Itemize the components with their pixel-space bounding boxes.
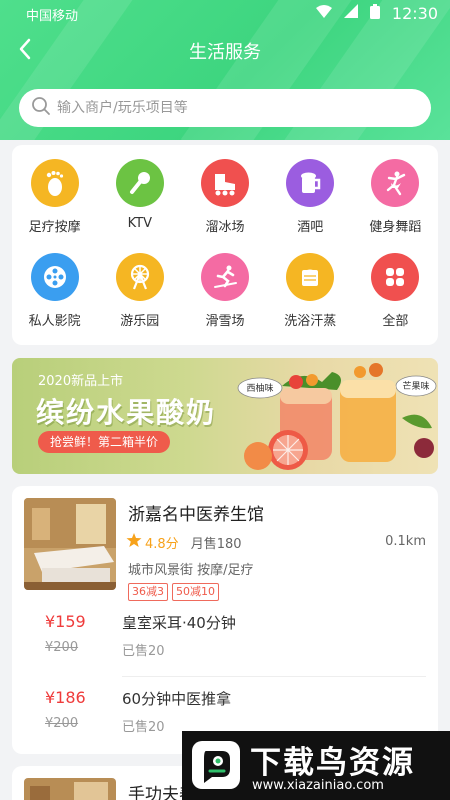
page-title: 生活服务 [189,42,261,63]
search-input[interactable] [57,100,397,116]
category-label: 溜冰场 [205,220,245,235]
fruit-yogurt-illustration: 西柚味 芒果味 [237,363,437,470]
category-label: 全部 [382,314,409,329]
shop-name: 浙嘉名中医养生馆 [128,505,264,525]
dancer-icon [371,159,420,207]
promo-banner[interactable]: 2020新品上市 缤纷水果酸奶 抢尝鲜！第二箱半价 西柚味 芒果味 [12,358,438,474]
header: 中国移动 12:30 生活服务 [0,0,450,140]
banner-promo-tag: 抢尝鲜！第二箱半价 [38,431,171,453]
roller-skate-icon [200,159,249,207]
shop-rating: 4.8分 [145,536,179,552]
shop-card[interactable]: 浙嘉名中医养生馆 4.8分 月售180 0.1km 城市风景街 按摩/足疗 36… [12,486,438,754]
shop-distance: 0.1km [385,534,426,549]
deal-original-price: ¥200 [45,640,79,655]
category-label: KTV [127,216,152,231]
discount-tag: 36减3 [128,583,168,601]
category-skating[interactable]: 溜冰场 [182,159,267,253]
star-icon [126,532,142,552]
watermark-url: www.xiazainiao.com [252,778,384,793]
deal-name: 60分钟中医推拿 [122,690,232,708]
clock-time: 12:30 [391,3,438,23]
category-bath-sauna[interactable]: 洗浴汗蒸 [268,253,353,347]
skier-icon [200,253,249,301]
rating-row: 4.8分 月售180 [126,532,242,552]
shop-location: 城市风景街 按摩/足疗 [128,563,254,578]
deal-sold-count: 已售20 [122,644,165,659]
search-icon [31,96,51,120]
grid-all-icon [371,253,420,301]
foot-icon [30,159,79,207]
banner-title: 缤纷水果酸奶 [36,396,217,429]
watermark-overlay: 下载鸟资源 www.xiazainiao.com [182,731,450,800]
category-label: 健身舞蹈 [369,220,422,235]
divider [122,676,426,677]
bubble-left-text: 西柚味 [246,382,273,394]
category-label: 酒吧 [297,220,324,235]
watermark-title: 下载鸟资源 [250,745,415,781]
nav-bar: 生活服务 [0,30,450,70]
category-amusement-park[interactable]: 游乐园 [97,253,182,347]
deal-name: 皇室采耳·40分钟 [122,614,236,632]
bubble-right-text: 芒果味 [402,380,429,392]
deal-item[interactable]: ¥159 ¥200 皇室采耳·40分钟 已售20 [12,604,438,666]
category-panel: 足疗按摩 KTV 溜冰场 酒吧 健身舞蹈 私人影院 游乐园 滑雪场 洗浴汗蒸 全… [12,145,438,345]
category-dance[interactable]: 健身舞蹈 [353,159,438,253]
wifi-icon [315,4,332,22]
category-foot-massage[interactable]: 足疗按摩 [12,159,97,253]
category-label: 洗浴汗蒸 [284,314,337,329]
carrier-label: 中国移动 [26,9,79,24]
category-bar[interactable]: 酒吧 [268,159,353,253]
deal-price: ¥186 [45,688,86,707]
category-all[interactable]: 全部 [353,253,438,347]
ferris-wheel-icon [115,253,164,301]
search-bar[interactable] [19,89,431,127]
category-ski[interactable]: 滑雪场 [182,253,267,347]
category-label: 足疗按摩 [28,220,81,235]
signal-icon [343,4,358,22]
shop-monthly-sold: 月售180 [190,536,242,552]
deal-sold-count: 已售20 [122,720,165,735]
microphone-icon [115,159,164,207]
status-bar: 中国移动 12:30 [0,0,450,26]
deal-original-price: ¥200 [45,716,79,731]
category-cinema[interactable]: 私人影院 [12,253,97,347]
category-label: 游乐园 [120,314,160,329]
battery-icon [369,3,380,23]
towel-icon [286,253,335,301]
category-label: 滑雪场 [205,314,245,329]
deal-price: ¥159 [45,612,86,631]
shop-photo[interactable] [24,778,116,800]
banner-subtitle: 2020新品上市 [38,374,124,389]
category-ktv[interactable]: KTV [97,159,182,253]
beer-icon [286,159,335,207]
film-reel-icon [30,253,79,301]
bird-logo-icon [192,741,240,789]
discount-tag: 50减10 [172,583,219,601]
discount-tags: 36减3 50减10 [128,583,219,601]
shop-photo[interactable] [24,498,116,590]
category-label: 私人影院 [28,314,81,329]
